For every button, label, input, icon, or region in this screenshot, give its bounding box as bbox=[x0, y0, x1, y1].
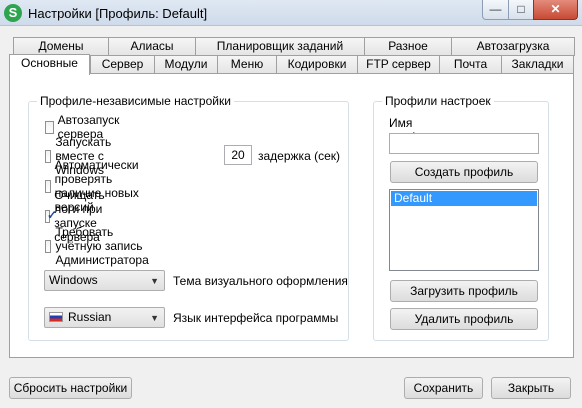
save-button[interactable]: Сохранить bbox=[404, 377, 483, 399]
general-settings-legend: Профиле-независимые настройки bbox=[37, 94, 234, 108]
tab-bookmarks[interactable]: Закладки bbox=[501, 55, 574, 74]
require-admin-checkbox[interactable] bbox=[45, 239, 52, 253]
autostart-checkbox[interactable] bbox=[45, 120, 54, 134]
profile-name-input[interactable] bbox=[389, 133, 539, 154]
app-icon: S bbox=[4, 4, 22, 22]
delete-profile-button[interactable]: Удалить профиль bbox=[390, 308, 538, 330]
tab-modules[interactable]: Модули bbox=[154, 55, 218, 74]
with-windows-checkbox[interactable] bbox=[45, 149, 52, 163]
tab-misc[interactable]: Разное bbox=[364, 37, 452, 56]
tab-general[interactable]: Основные bbox=[9, 54, 90, 75]
require-admin-label: Требовать учётную запись Администратора bbox=[55, 225, 149, 267]
window-title: Настройки [Профиль: Default] bbox=[28, 6, 208, 21]
theme-label: Тема визуального оформления bbox=[173, 274, 348, 288]
theme-select[interactable]: Windows ▼ bbox=[44, 270, 165, 291]
autostart-row[interactable]: Автозапуск сервера bbox=[45, 113, 124, 141]
profiles-legend: Профили настроек bbox=[382, 94, 494, 108]
close-icon: ✕ bbox=[550, 2, 561, 16]
russia-flag-icon bbox=[49, 312, 63, 322]
tab-ftp-server[interactable]: FTP сервер bbox=[357, 55, 440, 74]
tab-scheduler[interactable]: Планировщик заданий bbox=[195, 37, 365, 56]
clear-logs-checkbox[interactable] bbox=[45, 208, 58, 223]
check-updates-checkbox[interactable] bbox=[45, 179, 51, 193]
language-select-value: Russian bbox=[68, 310, 112, 324]
language-select[interactable]: Russian ▼ bbox=[44, 307, 165, 328]
chevron-down-icon: ▼ bbox=[150, 276, 159, 286]
minimize-icon: — bbox=[489, 2, 502, 16]
profiles-list[interactable]: Default bbox=[389, 189, 539, 271]
close-button[interactable]: Закрыть bbox=[491, 377, 571, 399]
tab-aliases[interactable]: Алиасы bbox=[108, 37, 196, 56]
tab-server[interactable]: Сервер bbox=[90, 55, 155, 74]
create-profile-button[interactable]: Создать профиль bbox=[390, 161, 538, 183]
reset-settings-button[interactable]: Сбросить настройки bbox=[9, 377, 132, 399]
delay-label: задержка (сек) bbox=[258, 149, 340, 163]
tab-encodings[interactable]: Кодировки bbox=[276, 55, 358, 74]
minimize-button[interactable]: — bbox=[482, 0, 509, 20]
theme-select-value: Windows bbox=[49, 273, 98, 287]
delay-input[interactable]: 20 bbox=[224, 145, 252, 165]
tab-menu[interactable]: Меню bbox=[217, 55, 277, 74]
language-label: Язык интерфейса программы bbox=[173, 311, 339, 325]
load-profile-button[interactable]: Загрузить профиль bbox=[390, 280, 538, 302]
close-window-button[interactable]: ✕ bbox=[533, 0, 578, 20]
tab-autoload[interactable]: Автозагрузка bbox=[451, 37, 575, 56]
chevron-down-icon: ▼ bbox=[150, 313, 159, 323]
title-bar: S Настройки [Профиль: Default] — □ ✕ bbox=[0, 0, 582, 26]
require-admin-row[interactable]: Требовать учётную запись Администратора bbox=[45, 225, 155, 267]
tab-mail[interactable]: Почта bbox=[439, 55, 502, 74]
list-item[interactable]: Default bbox=[391, 191, 537, 206]
clear-logs-row[interactable]: Очищать логи при запуске сервера bbox=[45, 188, 112, 244]
maximize-button[interactable]: □ bbox=[508, 0, 534, 20]
maximize-icon: □ bbox=[517, 2, 525, 16]
